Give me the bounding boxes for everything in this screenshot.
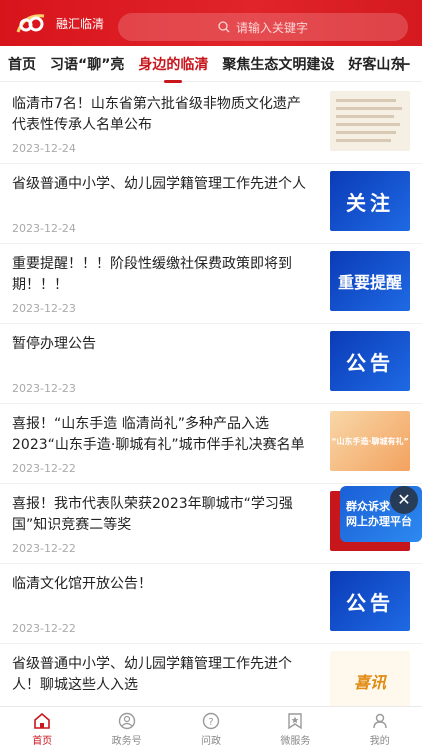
article-title: 省级普通中小学、幼儿园学籍管理工作先进个人 — [12, 176, 306, 192]
thumb-text: 公告 — [346, 350, 394, 375]
article-title: 重要提醒！！！阶段性缓缴社保费政策即将到期！！！ — [12, 256, 292, 293]
article-thumbnail: 公告 — [330, 571, 410, 631]
nav-label: 政务号 — [111, 736, 142, 747]
article-date: 2023-12-24 — [12, 222, 76, 235]
thumb-text: 重要提醒 — [337, 273, 402, 292]
badge-line2: 网上办理平台 — [346, 515, 412, 528]
tab-linqing[interactable]: 身边的临清 — [138, 54, 208, 74]
article-date: 2023-12-24 — [12, 142, 76, 155]
star-icon — [288, 713, 303, 730]
article-list: 临清市7名！山东省第六批省级非物质文化遗产代表性传承人名单公布 2023-12-… — [0, 84, 422, 711]
article-date: 2023-12-23 — [12, 302, 76, 315]
article-title: 喜报！我市代表队荣获2023年聊城市“学习强国”知识竞赛二等奖 — [12, 496, 293, 533]
nav-label: 微服务 — [280, 736, 311, 747]
article-date: 2023-12-22 — [12, 462, 76, 475]
question-icon: ? — [202, 712, 220, 730]
close-icon[interactable]: ✕ — [390, 486, 418, 514]
article-thumbnail — [330, 91, 410, 151]
tab-xiyu[interactable]: 习语“聊”亮 — [50, 54, 124, 74]
list-item[interactable]: 临清市7名！山东省第六批省级非物质文化遗产代表性传承人名单公布 2023-12-… — [0, 84, 422, 164]
article-thumbnail: 公告 — [330, 331, 410, 391]
nav-mine[interactable]: 我的 — [350, 707, 410, 750]
nav-gov[interactable]: 政务号 — [97, 707, 157, 750]
thumb-text: “山东手造·聊城有礼” — [331, 436, 409, 446]
nav-label: 首页 — [32, 736, 53, 747]
list-item[interactable]: 省级普通中小学、幼儿园学籍管理工作先进个人！聊城这些人入选 喜讯 — [0, 644, 422, 711]
nav-question[interactable]: ? 问政 — [181, 707, 241, 750]
nav-label: 问政 — [200, 736, 221, 747]
list-item[interactable]: 喜报！“山东手造 临清尚礼”多种产品入选2023“山东手造·聊城有礼”城市伴手礼… — [0, 404, 422, 484]
nav-service[interactable]: 微服务 — [265, 707, 325, 750]
article-title: 暂停办理公告 — [12, 336, 96, 352]
gov-icon — [118, 712, 135, 730]
add-channel-icon[interactable]: + — [394, 52, 412, 77]
article-thumbnail: 关注 — [330, 171, 410, 231]
logo-icon — [16, 14, 45, 33]
thumb-text: 喜讯 — [353, 673, 386, 692]
search-placeholder: 请输入关键字 — [235, 20, 308, 35]
tab-home[interactable]: 首页 — [8, 54, 36, 74]
search-icon — [218, 21, 230, 33]
thumb-text: 公告 — [346, 590, 394, 615]
home-icon — [34, 712, 50, 729]
app-name: 融汇临清 — [56, 16, 105, 31]
svg-text:?: ? — [208, 717, 213, 728]
article-title: 临清文化馆开放公告！ — [12, 576, 152, 592]
app-logo: 融汇临清 — [14, 10, 104, 36]
thumb-text: 关注 — [346, 190, 394, 215]
app-header: 融汇临清 请输入关键字 — [0, 0, 422, 46]
nav-label: 我的 — [369, 736, 390, 747]
article-date: 2023-12-23 — [12, 382, 76, 395]
list-item[interactable]: 省级普通中小学、幼儿园学籍管理工作先进个人 2023-12-24 关注 — [0, 164, 422, 244]
nav-home[interactable]: 首页 — [12, 707, 72, 750]
article-thumbnail: 重要提醒 — [330, 251, 410, 311]
article-title: 喜报！“山东手造 临清尚礼”多种产品入选2023“山东手造·聊城有礼”城市伴手礼… — [12, 416, 305, 453]
list-item[interactable]: 重要提醒！！！阶段性缓缴社保费政策即将到期！！！ 2023-12-23 重要提醒 — [0, 244, 422, 324]
list-item[interactable]: 临清文化馆开放公告！ 2023-12-22 公告 — [0, 564, 422, 644]
article-title: 省级普通中小学、幼儿园学籍管理工作先进个人！聊城这些人入选 — [12, 656, 292, 693]
article-thumbnail: 喜讯 — [330, 651, 410, 711]
search-bar[interactable]: 请输入关键字 — [118, 13, 408, 41]
bottom-nav: 首页 政务号 ? 问政 微服务 我的 — [0, 706, 422, 750]
channel-tabs: 首页 习语“聊”亮 身边的临清 聚焦生态文明建设 好客山东 — [0, 46, 422, 82]
tab-ecology[interactable]: 聚焦生态文明建设 — [222, 54, 334, 74]
article-date: 2023-12-22 — [12, 622, 76, 635]
article-title: 临清市7名！山东省第六批省级非物质文化遗产代表性传承人名单公布 — [12, 96, 301, 133]
article-thumbnail: “山东手造·聊城有礼” — [330, 411, 410, 471]
list-item[interactable]: 暂停办理公告 2023-12-23 公告 — [0, 324, 422, 404]
user-icon — [373, 713, 387, 729]
article-date: 2023-12-22 — [12, 542, 76, 555]
